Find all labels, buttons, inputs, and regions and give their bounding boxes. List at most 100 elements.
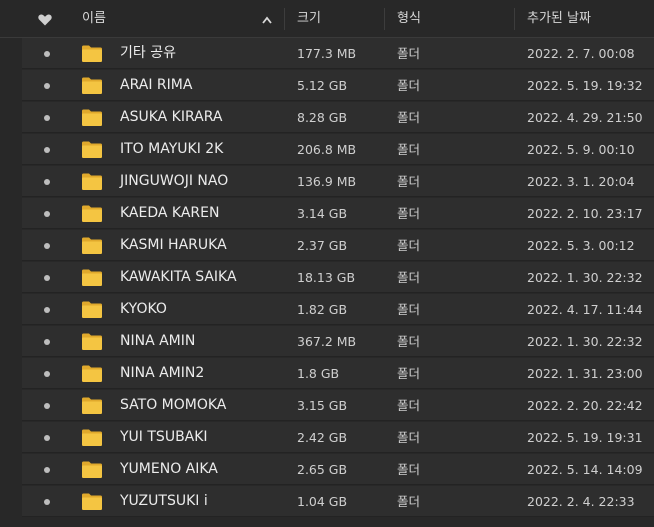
item-name: ITO MAYUKI 2K	[120, 141, 224, 157]
item-type: 폴더	[397, 334, 421, 349]
list-item[interactable]: SATO MOMOKA 3.15 GB 폴더 2022. 2. 20. 22:42	[22, 390, 654, 421]
item-size: 8.28 GB	[297, 110, 348, 125]
item-date-added: 2022. 5. 9. 00:10	[527, 142, 635, 157]
item-size: 206.8 MB	[297, 142, 357, 157]
folder-icon	[82, 141, 102, 158]
item-size: 5.12 GB	[297, 78, 348, 93]
column-divider[interactable]	[284, 8, 285, 30]
favorite-dot-icon[interactable]	[44, 339, 50, 345]
favorite-dot-icon[interactable]	[44, 499, 50, 505]
folder-icon	[82, 397, 102, 414]
favorite-dot-icon[interactable]	[44, 179, 50, 185]
folder-icon	[82, 365, 102, 382]
item-size: 3.14 GB	[297, 206, 348, 221]
favorite-dot-icon[interactable]	[44, 147, 50, 153]
folder-icon	[82, 333, 102, 350]
list-item[interactable]: JINGUWOJI NAO 136.9 MB 폴더 2022. 3. 1. 20:04	[22, 166, 654, 197]
item-date-added: 2022. 3. 1. 20:04	[527, 174, 635, 189]
list-item[interactable]: 기타 공유 177.3 MB 폴더 2022. 2. 7. 00:08	[22, 38, 654, 69]
item-size: 1.04 GB	[297, 494, 348, 509]
folder-icon	[82, 173, 102, 190]
item-name: ARAI RIMA	[120, 77, 193, 93]
item-name: KAEDA KAREN	[120, 205, 220, 221]
favorite-dot-icon[interactable]	[44, 115, 50, 121]
column-date-header[interactable]: 추가된 날짜	[527, 0, 591, 38]
list-item[interactable]: KAEDA KAREN 3.14 GB 폴더 2022. 2. 10. 23:17	[22, 198, 654, 229]
column-type-header[interactable]: 형식	[397, 0, 421, 38]
folder-icon	[82, 205, 102, 222]
item-name: YUZUTSUKI i	[120, 493, 208, 509]
folder-icon	[82, 45, 102, 62]
favorite-dot-icon[interactable]	[44, 211, 50, 217]
item-size: 2.37 GB	[297, 238, 348, 253]
item-size: 1.8 GB	[297, 366, 340, 381]
item-date-added: 2022. 4. 17. 11:44	[527, 302, 643, 317]
item-date-added: 2022. 2. 7. 00:08	[527, 46, 635, 61]
item-name: KYOKO	[120, 301, 167, 317]
item-name: NINA AMIN2	[120, 365, 205, 381]
favorite-dot-icon[interactable]	[44, 403, 50, 409]
folder-icon	[82, 429, 102, 446]
item-date-added: 2022. 2. 20. 22:42	[527, 398, 643, 413]
item-name: SATO MOMOKA	[120, 397, 227, 413]
item-size: 1.82 GB	[297, 302, 348, 317]
folder-icon	[82, 301, 102, 318]
favorite-dot-icon[interactable]	[44, 243, 50, 249]
item-type: 폴더	[397, 238, 421, 253]
favorite-dot-icon[interactable]	[44, 51, 50, 57]
list-item[interactable]: ARAI RIMA 5.12 GB 폴더 2022. 5. 19. 19:32	[22, 70, 654, 101]
list-item[interactable]: YUZUTSUKI i 1.04 GB 폴더 2022. 2. 4. 22:33	[22, 486, 654, 517]
favorite-dot-icon[interactable]	[44, 307, 50, 313]
column-header: 이름 크기 형식 추가된 날짜	[0, 0, 654, 38]
item-name: NINA AMIN	[120, 333, 196, 349]
item-name: ASUKA KIRARA	[120, 109, 223, 125]
item-size: 3.15 GB	[297, 398, 348, 413]
folder-icon	[82, 109, 102, 126]
item-name: YUI TSUBAKI	[120, 429, 208, 445]
list-item[interactable]: NINA AMIN 367.2 MB 폴더 2022. 1. 30. 22:32	[22, 326, 654, 357]
file-list: 이름 크기 형식 추가된 날짜 기타 공유 177.3 MB 폴더 2022. 2. …	[0, 0, 654, 527]
item-name: JINGUWOJI NAO	[120, 173, 229, 189]
list-item[interactable]: YUMENO AIKA 2.65 GB 폴더 2022. 5. 14. 14:09	[22, 454, 654, 485]
item-size: 177.3 MB	[297, 46, 357, 61]
item-type: 폴더	[397, 110, 421, 125]
list-item[interactable]: ITO MAYUKI 2K 206.8 MB 폴더 2022. 5. 9. 00:10	[22, 134, 654, 165]
item-date-added: 2022. 5. 14. 14:09	[527, 462, 643, 477]
column-name-header[interactable]: 이름	[82, 0, 106, 38]
item-type: 폴더	[397, 46, 421, 61]
heart-icon[interactable]	[38, 14, 52, 26]
item-name: KASMI HARUKA	[120, 237, 227, 253]
item-type: 폴더	[397, 494, 421, 509]
column-divider[interactable]	[384, 8, 385, 30]
item-size: 2.65 GB	[297, 462, 348, 477]
chevron-up-icon[interactable]	[262, 16, 272, 24]
favorite-dot-icon[interactable]	[44, 435, 50, 441]
item-name: KAWAKITA SAIKA	[120, 269, 237, 285]
list-item[interactable]: KAWAKITA SAIKA 18.13 GB 폴더 2022. 1. 30. 22:…	[22, 262, 654, 293]
favorite-dot-icon[interactable]	[44, 83, 50, 89]
favorite-dot-icon[interactable]	[44, 467, 50, 473]
list-item[interactable]: KYOKO 1.82 GB 폴더 2022. 4. 17. 11:44	[22, 294, 654, 325]
item-type: 폴더	[397, 142, 421, 157]
item-date-added: 2022. 1. 30. 22:32	[527, 270, 643, 285]
item-name: 기타 공유	[120, 45, 176, 61]
list-item[interactable]: YUI TSUBAKI 2.42 GB 폴더 2022. 5. 19. 19:31	[22, 422, 654, 453]
folder-icon	[82, 493, 102, 510]
item-date-added: 2022. 5. 3. 00:12	[527, 238, 635, 253]
item-size: 18.13 GB	[297, 270, 356, 285]
item-date-added: 2022. 4. 29. 21:50	[527, 110, 643, 125]
item-date-added: 2022. 1. 30. 22:32	[527, 334, 643, 349]
item-type: 폴더	[397, 206, 421, 221]
item-date-added: 2022. 2. 10. 23:17	[527, 206, 643, 221]
item-date-added: 2022. 5. 19. 19:32	[527, 78, 643, 93]
favorite-dot-icon[interactable]	[44, 371, 50, 377]
list-item[interactable]: ASUKA KIRARA 8.28 GB 폴더 2022. 4. 29. 21:50	[22, 102, 654, 133]
folder-icon	[82, 77, 102, 94]
list-item[interactable]: NINA AMIN2 1.8 GB 폴더 2022. 1. 31. 23:00	[22, 358, 654, 389]
column-size-header[interactable]: 크기	[297, 0, 321, 38]
list-item[interactable]: KASMI HARUKA 2.37 GB 폴더 2022. 5. 3. 00:12	[22, 230, 654, 261]
item-type: 폴더	[397, 462, 421, 477]
item-name: YUMENO AIKA	[120, 461, 218, 477]
favorite-dot-icon[interactable]	[44, 275, 50, 281]
column-divider[interactable]	[514, 8, 515, 30]
